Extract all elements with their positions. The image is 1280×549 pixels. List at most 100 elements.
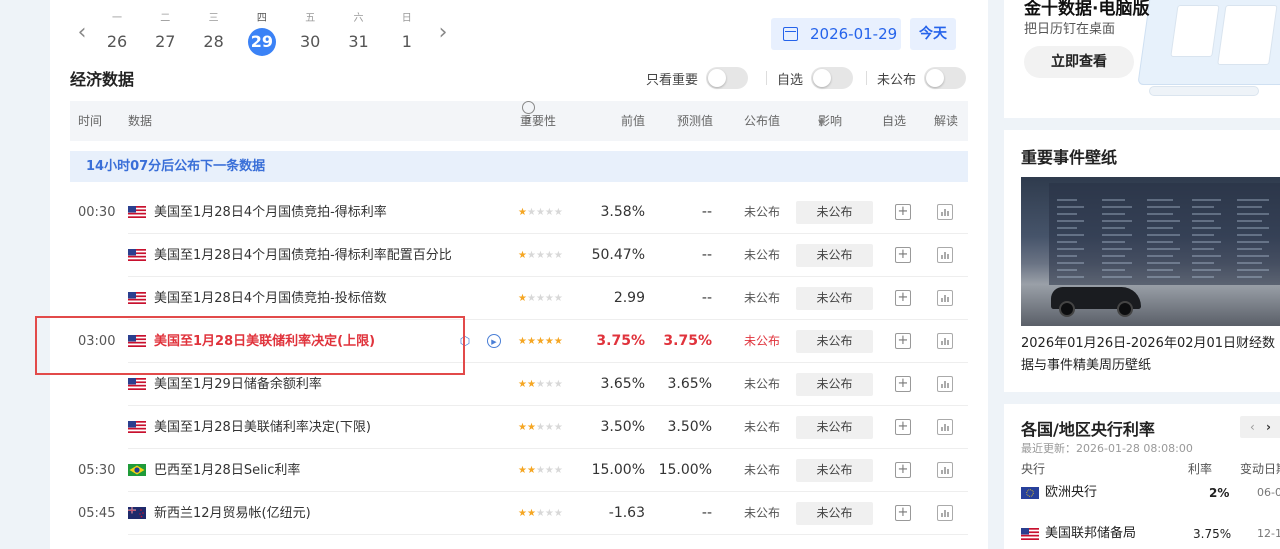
schedule-line bbox=[1102, 227, 1125, 229]
add-watchlist-icon[interactable]: + bbox=[895, 290, 911, 306]
day-28[interactable]: 三 28 bbox=[197, 12, 231, 56]
schedule-line bbox=[1057, 227, 1077, 229]
day-27[interactable]: 二 27 bbox=[148, 12, 182, 56]
flag-eu-icon bbox=[1021, 487, 1039, 499]
wallpaper-thumbnail[interactable] bbox=[1021, 177, 1280, 326]
filter-important-toggle[interactable] bbox=[706, 67, 749, 89]
chart-icon[interactable] bbox=[937, 462, 953, 478]
add-watchlist-icon[interactable]: + bbox=[895, 333, 911, 349]
star-icon: ★ bbox=[535, 379, 545, 390]
next-release-notice: 14小时07分后公布下一条数据 bbox=[70, 151, 968, 182]
star-icon: ★ bbox=[518, 422, 527, 433]
bank-name: 美国联邦储备局 bbox=[1045, 526, 1137, 541]
schedule-line bbox=[1147, 262, 1180, 264]
schedule-line bbox=[1147, 234, 1180, 236]
forecast-value: -- bbox=[701, 290, 712, 306]
previous-value: 50.47% bbox=[591, 247, 645, 263]
actual-value: 未公布 bbox=[744, 334, 781, 348]
add-watchlist-icon[interactable]: + bbox=[895, 505, 911, 521]
rates-title: 各国/地区央行利率 bbox=[1021, 420, 1155, 439]
chart-icon[interactable] bbox=[937, 419, 953, 435]
filter-watchlist-toggle[interactable] bbox=[811, 67, 854, 89]
schedule-line bbox=[1057, 234, 1084, 236]
indicator-name[interactable]: 美国至1月28日4个月国债竞拍-投标倍数 bbox=[154, 277, 387, 320]
calendar-panel: ‹ 一 26 二 27 三 28 四 29 五 30 六 31 日 1 › 2026-01-29 今天 经… bbox=[50, 0, 988, 549]
day-30[interactable]: 五 30 bbox=[293, 12, 327, 56]
play-icon[interactable]: ▶ bbox=[487, 334, 501, 348]
bar bbox=[941, 384, 943, 388]
chart-icon[interactable] bbox=[937, 505, 953, 521]
add-watchlist-icon[interactable]: + bbox=[895, 376, 911, 392]
schedule-line bbox=[1192, 220, 1214, 222]
indicator-name[interactable]: 美国至1月28日4个月国债竞拍-得标利率配置百分比 bbox=[154, 234, 452, 277]
flag-br-icon bbox=[128, 464, 146, 476]
rate-row[interactable]: 美国联邦储备局 3.75% 12-1 bbox=[1021, 525, 1280, 545]
bar bbox=[947, 383, 949, 388]
bar bbox=[947, 340, 949, 345]
add-watchlist-icon[interactable]: + bbox=[895, 419, 911, 435]
indicator-name[interactable]: 新西兰12月贸易帐(亿纽元) bbox=[154, 492, 311, 535]
rate-value: 2% bbox=[1209, 486, 1230, 500]
previous-value: 3.58% bbox=[600, 204, 645, 220]
chart-icon[interactable] bbox=[937, 247, 953, 263]
add-watchlist-icon[interactable]: + bbox=[895, 204, 911, 220]
header-time: 时间 bbox=[78, 114, 103, 128]
bar bbox=[941, 470, 943, 474]
add-watchlist-icon[interactable]: + bbox=[895, 247, 911, 263]
day-29[interactable]: 四 29 bbox=[245, 12, 279, 56]
add-watchlist-icon[interactable]: + bbox=[895, 462, 911, 478]
schedule-line bbox=[1192, 248, 1214, 250]
promo-view-button[interactable]: 立即查看 bbox=[1024, 46, 1134, 78]
next-week-arrow-icon[interactable]: › bbox=[435, 22, 451, 44]
schedule-line bbox=[1237, 227, 1269, 229]
schedule-line bbox=[1237, 206, 1262, 208]
star-icon: ★ bbox=[553, 207, 563, 218]
date-picker[interactable]: 2026-01-29 bbox=[771, 18, 901, 50]
table-row[interactable]: 美国至1月28日4个月国债竞拍-得标利率配置百分比 ★★★★★ 50.47% -- 未公… bbox=[50, 234, 988, 277]
schedule-line bbox=[1102, 199, 1125, 201]
prev-week-arrow-icon[interactable]: ‹ bbox=[74, 22, 90, 44]
day-26[interactable]: 一 26 bbox=[100, 12, 134, 56]
bar bbox=[944, 209, 946, 216]
flag-us-icon bbox=[128, 421, 146, 433]
day-number: 28 bbox=[203, 32, 224, 51]
indicator-name[interactable]: 美国至1月28日美联储利率决定(下限) bbox=[154, 406, 371, 449]
bar bbox=[941, 513, 943, 517]
wallpaper-caption[interactable]: 2026年01月26日-2026年02月01日财经数据与事件精美周历壁纸 bbox=[1021, 333, 1280, 377]
table-row[interactable]: 05:45 新西兰12月贸易帐(亿纽元) ★★★★★ -1.63 -- 未公布 未公布 + bbox=[50, 492, 988, 535]
star-icon: ★ bbox=[518, 250, 527, 261]
pager-next-icon[interactable]: › bbox=[1266, 416, 1271, 438]
today-button[interactable]: 今天 bbox=[910, 18, 956, 50]
chart-icon[interactable] bbox=[937, 376, 953, 392]
star-icon: ★ bbox=[553, 422, 563, 433]
indicator-name[interactable]: 巴西至1月28日Selic利率 bbox=[154, 449, 300, 492]
rate-row[interactable]: 欧洲央行 2% 06-0 bbox=[1021, 484, 1280, 504]
flag-nz-icon bbox=[128, 507, 146, 519]
pager-prev-icon[interactable]: ‹ bbox=[1250, 420, 1255, 434]
schedule-line bbox=[1057, 206, 1084, 208]
importance-stars: ★★★★★ bbox=[518, 277, 563, 320]
star-icon: ★ bbox=[553, 508, 563, 519]
table-row[interactable]: 05:30 巴西至1月28日Selic利率 ★★★★★ 15.00% 15.00% 未公布… bbox=[50, 449, 988, 492]
chart-icon[interactable] bbox=[937, 290, 953, 306]
bar bbox=[947, 469, 949, 474]
table-row[interactable]: 美国至1月28日4个月国债竞拍-投标倍数 ★★★★★ 2.99 -- 未公布 未公布 + bbox=[50, 277, 988, 320]
divider bbox=[866, 71, 867, 85]
star-icon: ★ bbox=[535, 422, 545, 433]
schedule-line bbox=[1057, 276, 1084, 278]
schedule-line bbox=[1102, 262, 1132, 264]
day-number: 31 bbox=[348, 32, 369, 51]
table-row[interactable]: 美国至1月28日美联储利率决定(下限) ★★★★★ 3.50% 3.50% 未公布 未公布… bbox=[50, 406, 988, 449]
filter-unpublished-toggle[interactable] bbox=[924, 67, 967, 89]
day-31[interactable]: 六 31 bbox=[342, 12, 376, 56]
indicator-name[interactable]: 美国至1月28日4个月国债竞拍-得标利率 bbox=[154, 191, 387, 234]
schedule-line bbox=[1192, 255, 1221, 257]
actual-value: 未公布 bbox=[744, 506, 781, 520]
day-1[interactable]: 日1 bbox=[390, 12, 424, 56]
rates-pager[interactable]: ‹ › bbox=[1240, 416, 1280, 438]
chart-icon[interactable] bbox=[937, 333, 953, 349]
help-icon[interactable]: ? bbox=[522, 101, 535, 127]
table-row[interactable]: 00:30 美国至1月28日4个月国债竞拍-得标利率 ★★★★★ 3.58% -- 未公布… bbox=[50, 191, 988, 234]
header-impact[interactable]: 影响 ▼ bbox=[818, 101, 842, 143]
chart-icon[interactable] bbox=[937, 204, 953, 220]
